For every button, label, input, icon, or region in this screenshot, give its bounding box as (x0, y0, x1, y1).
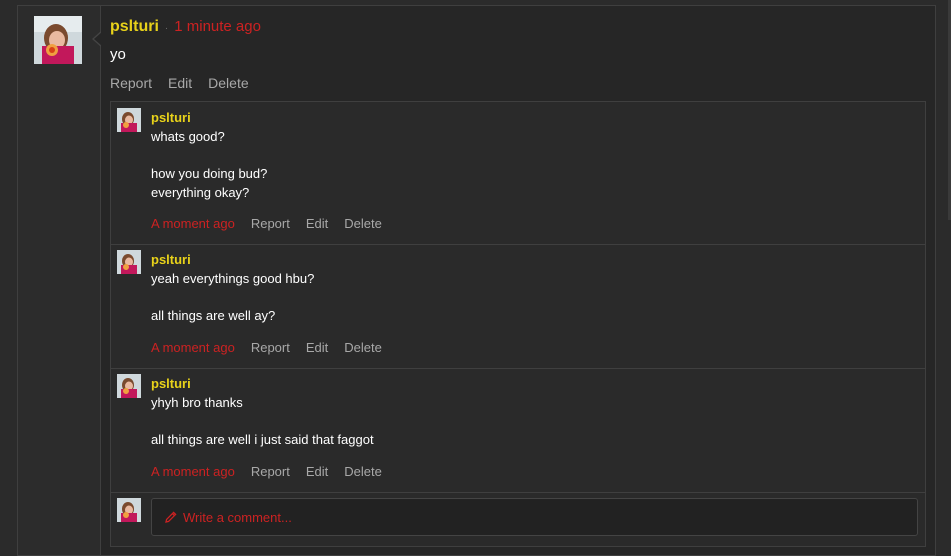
reply-item: pslturi yhyh bro thanks all things are w… (111, 368, 925, 493)
reply-timestamp[interactable]: A moment ago (151, 216, 235, 231)
comment-message: yo (110, 46, 126, 63)
reply-line: yeah everythings good hbu? (151, 271, 315, 286)
reply-line: everything okay? (151, 184, 250, 200)
username[interactable]: pslturi (110, 18, 159, 36)
reply-username[interactable]: pslturi (151, 110, 191, 125)
edit-button[interactable]: Edit (306, 216, 328, 231)
report-button[interactable]: Report (110, 75, 152, 91)
reply-line (151, 147, 267, 166)
delete-button[interactable]: Delete (208, 75, 248, 91)
pencil-icon (165, 511, 177, 523)
reply-line (151, 413, 374, 432)
reply-body: yhyh bro thanks all things are well i ju… (151, 394, 374, 450)
avatar (117, 498, 141, 522)
comment-main: pslturi · 1 minute ago yo Report Edit De… (101, 6, 935, 555)
reply-actions: A moment ago Report Edit Delete (151, 216, 382, 231)
reply-item: pslturi yeah everythings good hbu? all t… (111, 244, 925, 369)
report-button[interactable]: Report (251, 216, 290, 231)
comment-actions: Report Edit Delete (110, 75, 249, 91)
delete-button[interactable]: Delete (344, 464, 382, 479)
reply-actions: A moment ago Report Edit Delete (151, 340, 382, 355)
compose-row: Write a comment... (111, 492, 925, 546)
reply-line: all things are well ay? (151, 308, 276, 323)
delete-button[interactable]: Delete (344, 340, 382, 355)
avatar[interactable] (117, 108, 141, 132)
report-button[interactable]: Report (251, 340, 290, 355)
reply-line: how you doing bud? (151, 166, 268, 181)
reply-item: pslturi whats good? how you doing bud? e… (111, 102, 925, 245)
delete-button[interactable]: Delete (344, 216, 382, 231)
reply-line: whats good? (151, 129, 225, 144)
comment-header: pslturi · 1 minute ago (110, 18, 261, 38)
separator-dot: · (164, 23, 169, 34)
reply-timestamp[interactable]: A moment ago (151, 464, 235, 479)
reply-username[interactable]: pslturi (151, 376, 191, 391)
comment-input-placeholder: Write a comment... (183, 509, 292, 525)
reply-body: yeah everythings good hbu? all things ar… (151, 270, 314, 326)
reply-line: all things are well i just said that fag… (151, 432, 374, 447)
report-button[interactable]: Report (251, 464, 290, 479)
reply-thread: pslturi whats good? how you doing bud? e… (110, 101, 926, 547)
timestamp[interactable]: 1 minute ago (174, 18, 261, 35)
reply-username[interactable]: pslturi (151, 252, 191, 267)
comment-card: pslturi · 1 minute ago yo Report Edit De… (17, 5, 936, 556)
edit-button[interactable]: Edit (306, 340, 328, 355)
reply-line: yhyh bro thanks (151, 395, 243, 410)
reply-body: whats good? how you doing bud? everythin… (151, 128, 267, 202)
comment-input[interactable]: Write a comment... (151, 498, 918, 536)
edit-button[interactable]: Edit (306, 464, 328, 479)
reply-line (151, 289, 314, 308)
avatar[interactable] (117, 250, 141, 274)
reply-timestamp[interactable]: A moment ago (151, 340, 235, 355)
avatar[interactable] (117, 374, 141, 398)
edit-button[interactable]: Edit (168, 75, 192, 91)
avatar[interactable] (34, 16, 82, 64)
reply-actions: A moment ago Report Edit Delete (151, 464, 382, 479)
avatar-column (18, 6, 101, 555)
